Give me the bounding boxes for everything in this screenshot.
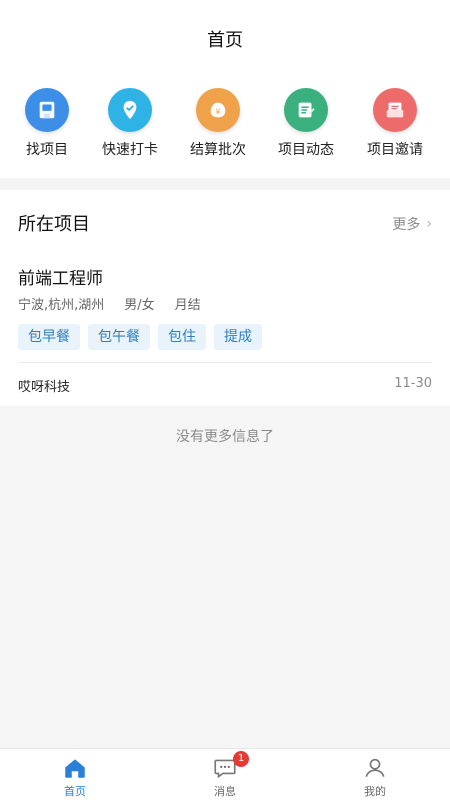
bottom-tab-bar: 首页 1 消息 我的 bbox=[0, 748, 450, 800]
quick-action-label: 项目动态 bbox=[278, 142, 334, 158]
settlement-icon: ¥ bbox=[196, 88, 240, 132]
benefit-tag: 提成 bbox=[214, 324, 262, 350]
benefit-tag: 包住 bbox=[158, 324, 206, 350]
svg-text:¥: ¥ bbox=[215, 107, 220, 117]
header-area: 首页 找项目 快速打卡 ¥ 结算批次 项目动态 项目邀请 bbox=[0, 0, 450, 178]
home-icon bbox=[65, 759, 85, 778]
project-settlement: 月结 bbox=[174, 298, 201, 313]
project-news-icon bbox=[284, 88, 328, 132]
benefit-tag: 包早餐 bbox=[18, 324, 80, 350]
tab-messages[interactable]: 1 消息 bbox=[175, 751, 275, 799]
tab-label: 首页 bbox=[64, 785, 86, 798]
section-title: 所在项目 bbox=[18, 214, 90, 235]
quick-action-find-project[interactable]: 找项目 bbox=[2, 88, 92, 159]
section-header: 所在项目 更多 › bbox=[18, 210, 432, 236]
quick-action-label: 项目邀请 bbox=[367, 142, 423, 158]
quick-action-project-invite[interactable]: 项目邀请 bbox=[350, 88, 440, 159]
tab-label: 我的 bbox=[364, 785, 386, 798]
project-locations: 宁波,杭州,湖州 bbox=[18, 298, 105, 313]
unread-badge: 1 bbox=[233, 751, 249, 767]
benefit-tag: 包午餐 bbox=[88, 324, 150, 350]
chevron-right-icon: › bbox=[426, 216, 432, 232]
more-link[interactable]: 更多 › bbox=[392, 214, 432, 234]
divider bbox=[18, 362, 432, 363]
project-meta: 宁波,杭州,湖州 男/女 月结 bbox=[18, 294, 201, 313]
quick-action-label: 找项目 bbox=[26, 142, 68, 158]
my-projects-section: 所在项目 更多 › 前端工程师 宁波,杭州,湖州 男/女 月结 包早餐 包午餐 … bbox=[0, 190, 450, 406]
profile-icon bbox=[365, 758, 385, 777]
find-project-icon bbox=[25, 88, 69, 132]
project-date: 11-30 bbox=[394, 376, 432, 391]
company-name: 哎呀科技 bbox=[18, 380, 71, 395]
page-title: 首页 bbox=[207, 30, 243, 51]
tab-label: 消息 bbox=[214, 785, 236, 798]
tab-home[interactable]: 首页 bbox=[25, 755, 125, 799]
tab-profile[interactable]: 我的 bbox=[325, 755, 425, 799]
quick-action-label: 快速打卡 bbox=[102, 142, 158, 158]
quick-actions: 找项目 快速打卡 ¥ 结算批次 项目动态 项目邀请 bbox=[0, 88, 450, 158]
quick-action-label: 结算批次 bbox=[190, 142, 246, 158]
quick-checkin-icon bbox=[108, 88, 152, 132]
quick-action-settlement[interactable]: ¥ 结算批次 bbox=[173, 88, 263, 159]
more-label: 更多 bbox=[392, 217, 421, 233]
home-page: 首页 找项目 快速打卡 ¥ 结算批次 项目动态 项目邀请 所在项目 更多 › 前… bbox=[0, 0, 450, 800]
project-gender: 男/女 bbox=[124, 298, 155, 313]
project-invite-icon bbox=[373, 88, 417, 132]
quick-action-project-news[interactable]: 项目动态 bbox=[261, 88, 351, 159]
quick-action-checkin[interactable]: 快速打卡 bbox=[85, 88, 175, 159]
no-more-info: 没有更多信息了 bbox=[176, 429, 274, 445]
project-title[interactable]: 前端工程师 bbox=[18, 264, 103, 289]
benefit-tags: 包早餐 包午餐 包住 提成 bbox=[18, 324, 262, 350]
